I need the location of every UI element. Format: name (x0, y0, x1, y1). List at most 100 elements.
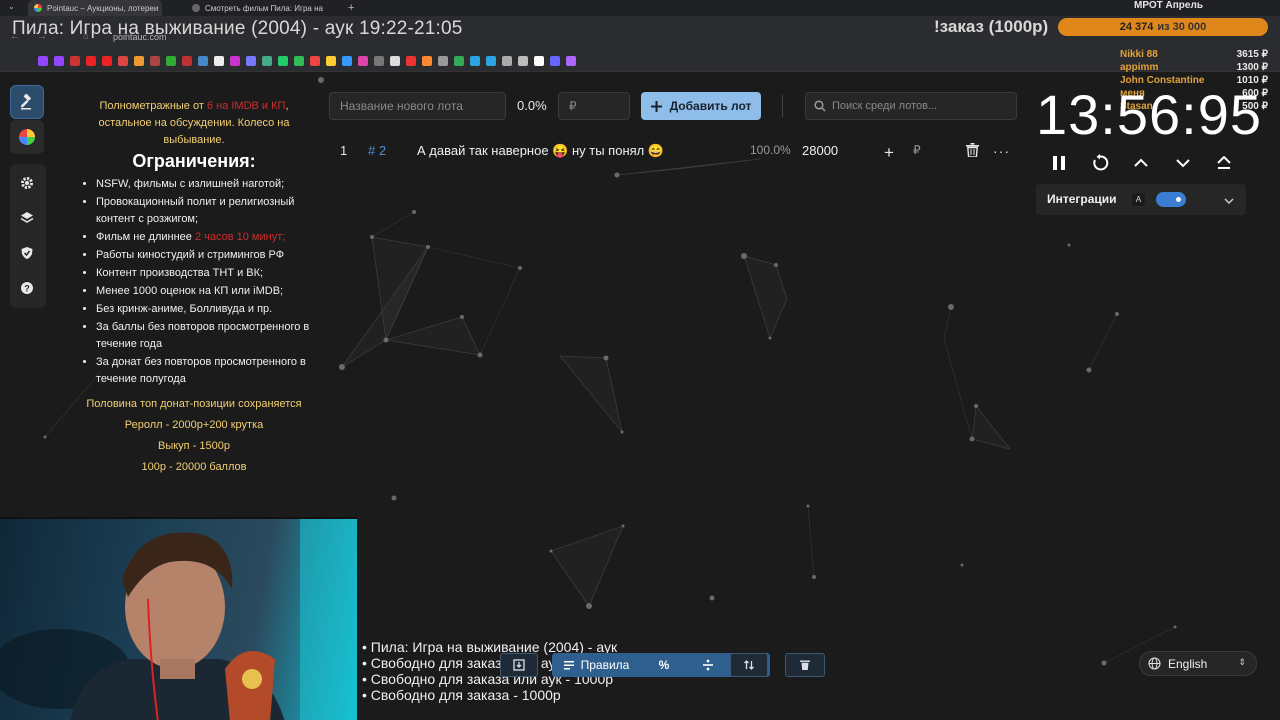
help-icon: ? (21, 282, 33, 294)
new-lot-amount-input[interactable] (558, 92, 630, 120)
integrations-panel[interactable]: Интеграции A (1036, 184, 1246, 215)
bookmark-site-icon[interactable] (246, 55, 256, 66)
sidebar-auction-button[interactable] (10, 85, 44, 119)
bookmark-site-icon[interactable] (374, 55, 384, 66)
bookmark-site-icon[interactable] (438, 55, 448, 66)
sidebar-settings-button[interactable] (10, 166, 44, 200)
import-icon (513, 659, 525, 671)
browser-tab-bar: Pointauc – Аукционы, лотереи Смотреть фи… (0, 0, 1280, 16)
chevron-down-icon (1176, 159, 1190, 168)
rules-footer-line: Выкуп - 1500р (158, 440, 230, 452)
new-lot-name-input[interactable] (329, 92, 506, 120)
bookmark-mail-icon[interactable] (70, 55, 80, 66)
globe-icon (1148, 657, 1161, 670)
chevron-down-icon[interactable] (1224, 192, 1234, 210)
select-arrows-icon: ⇕ (1238, 657, 1246, 667)
gear-icon (21, 177, 33, 189)
timer-decrease-button[interactable] (1170, 150, 1196, 176)
layers-icon (20, 212, 34, 223)
sort-button[interactable] (730, 653, 768, 677)
bookmark-site-icon[interactable] (502, 55, 512, 66)
trash-icon (966, 143, 979, 158)
browser-tab-pointauc[interactable]: Pointauc – Аукционы, лотереи (28, 0, 162, 16)
lot-row[interactable]: 1 # 2 А давай так наверное 😝 ну ты понял… (330, 138, 1016, 162)
reset-timer-button[interactable] (1087, 150, 1113, 176)
bookmark-site-icon[interactable] (358, 55, 368, 66)
split-button[interactable] (688, 653, 728, 677)
bookmark-site-icon[interactable] (182, 55, 192, 66)
add-lot-button[interactable]: Добавить лот (641, 92, 761, 120)
bookmark-site-icon[interactable] (390, 55, 400, 66)
bookmark-site-icon[interactable] (534, 55, 544, 66)
timer-max-button[interactable] (1211, 150, 1237, 176)
rules-title: Ограничения: (132, 151, 256, 171)
timer-increase-button[interactable] (1128, 150, 1154, 176)
lot-name[interactable]: А давай так наверное 😝 ну ты понял 😄 (417, 143, 664, 159)
bookmark-site-icon[interactable] (166, 55, 176, 66)
lot-percent: 100.0% (750, 143, 791, 157)
integrations-badge: A (1132, 193, 1145, 206)
language-select[interactable]: English ⇕ (1139, 651, 1257, 676)
delete-lot-button[interactable] (966, 143, 979, 160)
streamer-silhouette (0, 519, 357, 720)
bookmark-telegram-icon[interactable] (486, 55, 496, 66)
lot-add-amount-plus-icon[interactable]: + (884, 143, 894, 163)
bookmark-mail-icon[interactable] (118, 55, 128, 66)
bookmark-site-icon[interactable] (198, 55, 208, 66)
bookmark-youtube-icon[interactable] (102, 55, 112, 66)
new-tab-icon[interactable]: + (348, 2, 354, 14)
browser-tab-movie[interactable]: Смотреть фильм Пила: Игра на (186, 0, 326, 16)
bookmark-site-icon[interactable] (422, 55, 432, 66)
bookmark-site-icon[interactable] (566, 55, 576, 66)
integrations-toggle[interactable] (1156, 192, 1186, 207)
sidebar-moderation-button[interactable] (10, 236, 44, 270)
timer-controls (1046, 150, 1246, 176)
search-icon (814, 100, 826, 112)
lot-more-menu-icon[interactable]: ··· (993, 143, 1010, 159)
lot-search-box[interactable] (805, 92, 1017, 120)
sidebar-wheel-button[interactable] (10, 120, 44, 154)
bookmark-site-icon[interactable] (310, 55, 320, 66)
lot-search-input[interactable] (832, 100, 1012, 112)
ticker-line: • Свободно для заказа - 1000р (362, 687, 561, 703)
bookmark-site-icon[interactable] (454, 55, 464, 66)
rules-item: За баллы без повторов просмотренного в т… (96, 319, 310, 353)
bookmark-site-icon[interactable] (342, 55, 352, 66)
pause-button[interactable] (1046, 150, 1072, 176)
lot-amount[interactable]: 28000 (802, 143, 838, 158)
bookmark-site-icon[interactable] (406, 55, 416, 66)
bookmark-site-icon[interactable] (214, 55, 224, 66)
lot-currency: ₽ (913, 143, 921, 157)
bookmark-site-icon[interactable] (294, 55, 304, 66)
bookmark-site-icon[interactable] (326, 55, 336, 66)
bookmark-site-icon[interactable] (550, 55, 560, 66)
bookmark-site-icon[interactable] (150, 55, 160, 66)
bookmark-site-icon[interactable] (518, 55, 528, 66)
rules-item: Работы киностудий и стримингов РФ (96, 247, 310, 264)
bookmark-telegram-icon[interactable] (470, 55, 480, 66)
percent-toggle-button[interactable]: % (644, 653, 684, 677)
bookmark-twitch-icon[interactable] (54, 55, 64, 66)
bookmark-site-icon[interactable] (278, 55, 288, 66)
rules-item: Контент производства ТНТ и ВК; (96, 265, 310, 282)
bookmark-mail-icon[interactable] (134, 55, 144, 66)
sidebar-help-button[interactable]: ? (10, 271, 44, 305)
mrot-goal-title: МРОТ Апрель (1134, 0, 1203, 11)
toolbar-import-button[interactable] (500, 653, 538, 677)
sidebar-layers-button[interactable] (10, 201, 44, 235)
divide-icon (703, 659, 713, 671)
bookmark-site-icon[interactable] (262, 55, 272, 66)
sidebar-settings-group: ? (10, 164, 46, 308)
lot-id: # 2 (368, 143, 387, 158)
shield-check-icon (21, 247, 33, 259)
language-selected: English (1168, 656, 1208, 671)
add-lot-label: Добавить лот (669, 99, 752, 113)
bookmark-youtube-icon[interactable] (86, 55, 96, 66)
tab-menu-icon[interactable]: ⌄ (8, 2, 15, 11)
pause-icon (1053, 156, 1065, 170)
rules-list: NSFW, фильмы с излишней наготой; Провока… (78, 176, 310, 388)
rules-button[interactable]: Правила (556, 653, 636, 677)
bookmark-twitch-icon[interactable] (38, 55, 48, 66)
bookmark-site-icon[interactable] (230, 55, 240, 66)
clear-lots-button[interactable] (785, 653, 825, 677)
